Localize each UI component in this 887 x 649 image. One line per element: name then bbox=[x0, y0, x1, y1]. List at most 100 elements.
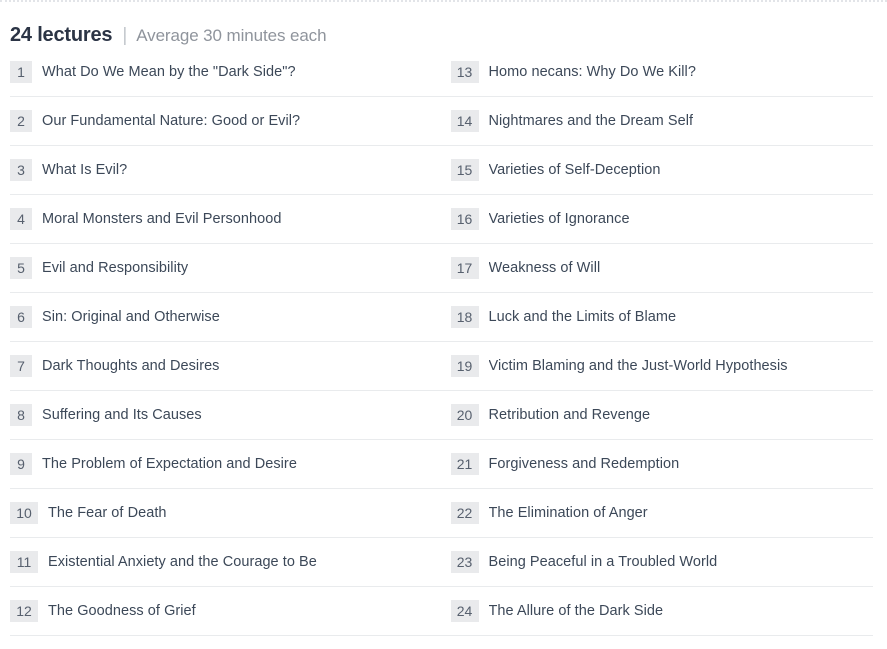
lecture-cell-right: 23 Being Peaceful in a Troubled World bbox=[442, 538, 874, 586]
lecture-item[interactable]: 21 Forgiveness and Redemption bbox=[450, 453, 874, 475]
lecture-number-badge: 7 bbox=[10, 355, 32, 377]
lecture-item[interactable]: 7 Dark Thoughts and Desires bbox=[10, 355, 442, 377]
lecture-title: Varieties of Ignorance bbox=[488, 211, 630, 227]
lecture-title: Varieties of Self-Deception bbox=[488, 162, 661, 178]
lecture-cell-right: 18 Luck and the Limits of Blame bbox=[442, 293, 874, 341]
lecture-number-badge: 15 bbox=[450, 159, 479, 181]
lecture-row: 2 Our Fundamental Nature: Good or Evil? 14… bbox=[10, 97, 873, 146]
lecture-number-badge: 1 bbox=[10, 61, 32, 83]
lecture-item[interactable]: 4 Moral Monsters and Evil Personhood bbox=[10, 208, 442, 230]
lecture-title: Sin: Original and Otherwise bbox=[42, 309, 220, 325]
lecture-number-badge: 12 bbox=[10, 600, 38, 622]
lecture-item[interactable]: 2 Our Fundamental Nature: Good or Evil? bbox=[10, 110, 442, 132]
lecture-cell-right: 24 The Allure of the Dark Side bbox=[442, 587, 874, 635]
lecture-cell-right: 19 Victim Blaming and the Just-World Hypo… bbox=[442, 342, 874, 390]
lecture-number-badge: 21 bbox=[450, 453, 479, 475]
lecture-number-badge: 17 bbox=[450, 257, 479, 279]
lecture-row: 5 Evil and Responsibility 17 Weakness of Wi… bbox=[10, 244, 873, 293]
lecture-item[interactable]: 17 Weakness of Will bbox=[450, 257, 874, 279]
lecture-row: 10 The Fear of Death 22 The Elimination of … bbox=[10, 489, 873, 538]
lecture-number-badge: 16 bbox=[450, 208, 479, 230]
lecture-cell-right: 15 Varieties of Self-Deception bbox=[442, 146, 874, 194]
lecture-item[interactable]: 1 What Do We Mean by the "Dark Side"? bbox=[10, 61, 442, 83]
lecture-title: What Do We Mean by the "Dark Side"? bbox=[42, 64, 296, 80]
lecture-row: 12 The Goodness of Grief 24 The Allure of t… bbox=[10, 587, 873, 636]
lecture-item[interactable]: 11 Existential Anxiety and the Courage to… bbox=[10, 551, 442, 573]
lecture-item[interactable]: 22 The Elimination of Anger bbox=[450, 502, 874, 524]
lecture-title: Moral Monsters and Evil Personhood bbox=[42, 211, 282, 227]
lecture-cell-right: 21 Forgiveness and Redemption bbox=[442, 440, 874, 488]
lecture-item[interactable]: 12 The Goodness of Grief bbox=[10, 600, 442, 622]
lecture-number-badge: 20 bbox=[450, 404, 479, 426]
lecture-title: Weakness of Will bbox=[488, 260, 601, 276]
lecture-cell-left: 3 What Is Evil? bbox=[10, 146, 442, 194]
lecture-item[interactable]: 14 Nightmares and the Dream Self bbox=[450, 110, 874, 132]
lecture-item[interactable]: 13 Homo necans: Why Do We Kill? bbox=[450, 61, 874, 83]
lecture-title: Forgiveness and Redemption bbox=[488, 456, 680, 472]
lecture-cell-right: 14 Nightmares and the Dream Self bbox=[442, 97, 874, 145]
lecture-number-badge: 11 bbox=[10, 551, 38, 573]
lecture-number-badge: 8 bbox=[10, 404, 32, 426]
lecture-item[interactable]: 10 The Fear of Death bbox=[10, 502, 442, 524]
lecture-count-label: 24 lectures bbox=[10, 24, 113, 46]
lecture-item[interactable]: 18 Luck and the Limits of Blame bbox=[450, 306, 874, 328]
lecture-number-badge: 4 bbox=[10, 208, 32, 230]
lecture-title: Our Fundamental Nature: Good or Evil? bbox=[42, 113, 301, 129]
lecture-title: The Goodness of Grief bbox=[48, 603, 196, 619]
lecture-item[interactable]: 8 Suffering and Its Causes bbox=[10, 404, 442, 426]
lecture-title: Suffering and Its Causes bbox=[42, 407, 202, 423]
lecture-number-badge: 13 bbox=[450, 61, 479, 83]
lecture-row: 1 What Do We Mean by the "Dark Side"? 13 Ho… bbox=[10, 48, 873, 97]
lecture-title: The Allure of the Dark Side bbox=[488, 603, 664, 619]
lecture-title: The Fear of Death bbox=[48, 505, 167, 521]
lecture-cell-left: 8 Suffering and Its Causes bbox=[10, 391, 442, 439]
lecture-cell-left: 7 Dark Thoughts and Desires bbox=[10, 342, 442, 390]
lecture-title: What Is Evil? bbox=[42, 162, 128, 178]
lecture-cell-left: 2 Our Fundamental Nature: Good or Evil? bbox=[10, 97, 442, 145]
lecture-list: 1 What Do We Mean by the "Dark Side"? 13 Ho… bbox=[0, 48, 887, 636]
lecture-row: 8 Suffering and Its Causes 20 Retribution a… bbox=[10, 391, 873, 440]
lecture-title: Victim Blaming and the Just-World Hypoth… bbox=[488, 358, 788, 374]
lecture-item[interactable]: 16 Varieties of Ignorance bbox=[450, 208, 874, 230]
lecture-item[interactable]: 20 Retribution and Revenge bbox=[450, 404, 874, 426]
lecture-item[interactable]: 15 Varieties of Self-Deception bbox=[450, 159, 874, 181]
lecture-title: Retribution and Revenge bbox=[488, 407, 651, 423]
lecture-row: 7 Dark Thoughts and Desires 19 Victim Blami… bbox=[10, 342, 873, 391]
lecture-number-badge: 24 bbox=[450, 600, 479, 622]
lecture-title: Homo necans: Why Do We Kill? bbox=[488, 64, 696, 80]
lecture-cell-left: 12 The Goodness of Grief bbox=[10, 587, 442, 635]
lecture-item[interactable]: 9 The Problem of Expectation and Desire bbox=[10, 453, 442, 475]
lecture-cell-left: 1 What Do We Mean by the "Dark Side"? bbox=[10, 48, 442, 96]
lecture-item[interactable]: 23 Being Peaceful in a Troubled World bbox=[450, 551, 874, 573]
lecture-row: 9 The Problem of Expectation and Desire 21… bbox=[10, 440, 873, 489]
lecture-item[interactable]: 5 Evil and Responsibility bbox=[10, 257, 442, 279]
lecture-number-badge: 19 bbox=[450, 355, 479, 377]
lecture-cell-right: 17 Weakness of Will bbox=[442, 244, 874, 292]
lecture-number-badge: 22 bbox=[450, 502, 479, 524]
lecture-cell-right: 20 Retribution and Revenge bbox=[442, 391, 874, 439]
lecture-item[interactable]: 24 The Allure of the Dark Side bbox=[450, 600, 874, 622]
lecture-number-badge: 10 bbox=[10, 502, 38, 524]
lecture-number-badge: 6 bbox=[10, 306, 32, 328]
lecture-title: Being Peaceful in a Troubled World bbox=[488, 554, 718, 570]
lecture-number-badge: 2 bbox=[10, 110, 32, 132]
lecture-number-badge: 3 bbox=[10, 159, 32, 181]
lecture-title: Evil and Responsibility bbox=[42, 260, 189, 276]
lecture-number-badge: 18 bbox=[450, 306, 479, 328]
lecture-row: 4 Moral Monsters and Evil Personhood 16 Var… bbox=[10, 195, 873, 244]
lecture-cell-right: 13 Homo necans: Why Do We Kill? bbox=[442, 48, 874, 96]
lecture-title: Nightmares and the Dream Self bbox=[488, 113, 694, 129]
lecture-cell-left: 9 The Problem of Expectation and Desire bbox=[10, 440, 442, 488]
lecture-cell-left: 5 Evil and Responsibility bbox=[10, 244, 442, 292]
lecture-cell-left: 6 Sin: Original and Otherwise bbox=[10, 293, 442, 341]
lecture-item[interactable]: 3 What Is Evil? bbox=[10, 159, 442, 181]
lecture-title: The Elimination of Anger bbox=[488, 505, 648, 521]
lectures-header: 24 lectures | Average 30 minutes each bbox=[0, 2, 887, 46]
lecture-item[interactable]: 19 Victim Blaming and the Just-World Hypo… bbox=[450, 355, 874, 377]
lecture-number-badge: 5 bbox=[10, 257, 32, 279]
lecture-title: Luck and the Limits of Blame bbox=[488, 309, 677, 325]
course-lectures-panel: 24 lectures | Average 30 minutes each 1W… bbox=[0, 0, 887, 649]
lecture-cell-left: 4 Moral Monsters and Evil Personhood bbox=[10, 195, 442, 243]
lecture-item[interactable]: 6 Sin: Original and Otherwise bbox=[10, 306, 442, 328]
lecture-row: 6 Sin: Original and Otherwise 18 Luck and t… bbox=[10, 293, 873, 342]
